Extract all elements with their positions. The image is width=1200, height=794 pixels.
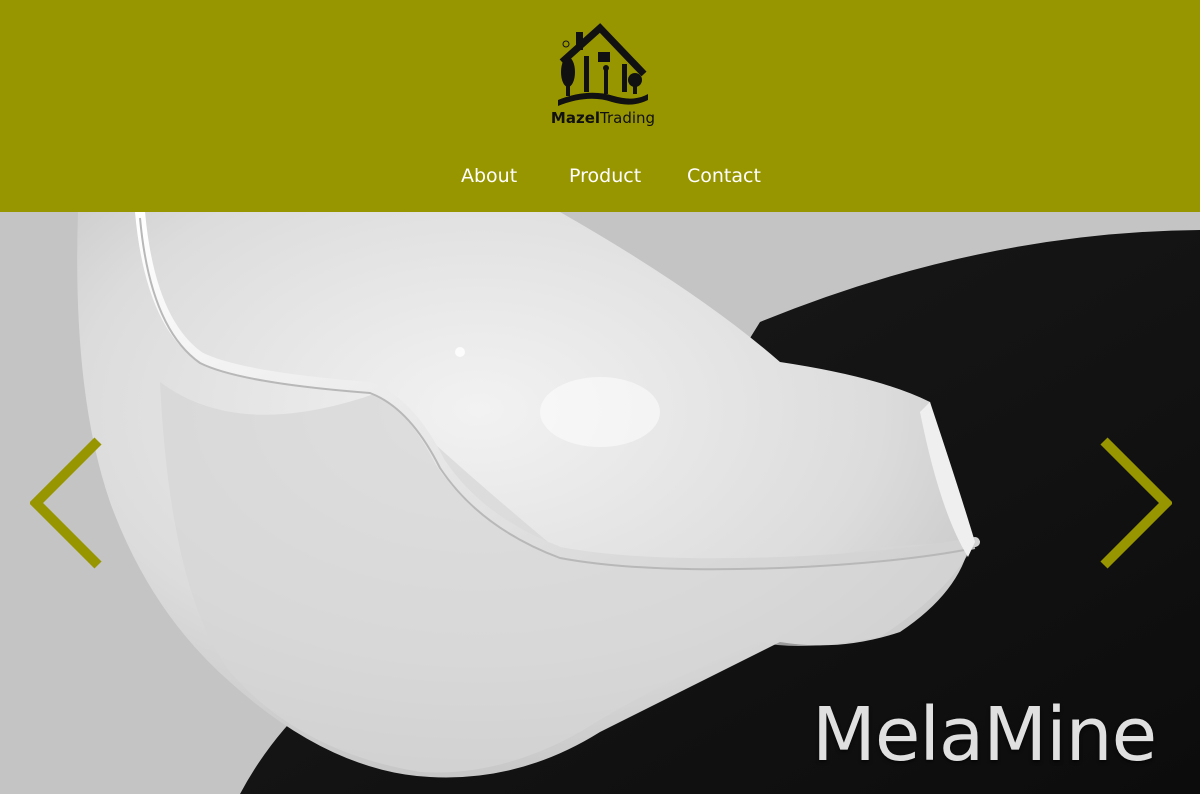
logo-brand-bold: Mazel xyxy=(550,109,601,127)
nav-item-product[interactable]: Product xyxy=(569,164,641,188)
slide-caption: MelaMine xyxy=(812,692,1157,778)
nav-item-contact[interactable]: Contact xyxy=(687,164,761,188)
logo-brand-regular: Trading xyxy=(600,109,656,127)
nav-item-about[interactable]: About xyxy=(461,164,517,188)
slider-next-button[interactable] xyxy=(1100,437,1172,573)
chevron-right-icon xyxy=(1100,437,1172,569)
site-logo[interactable]: MazelTrading xyxy=(548,22,658,134)
hero-slider: MelaMine xyxy=(0,212,1200,794)
logo-wordmark: MazelTrading xyxy=(548,108,658,128)
main-nav: About Product Contact xyxy=(0,160,1200,194)
slider-prev-button[interactable] xyxy=(30,437,102,573)
page: MazelTrading About Product Contact MelaM… xyxy=(0,0,1200,794)
site-header: MazelTrading About Product Contact xyxy=(0,0,1200,212)
chevron-left-icon xyxy=(30,437,102,569)
house-trees-logo-icon xyxy=(558,23,648,106)
